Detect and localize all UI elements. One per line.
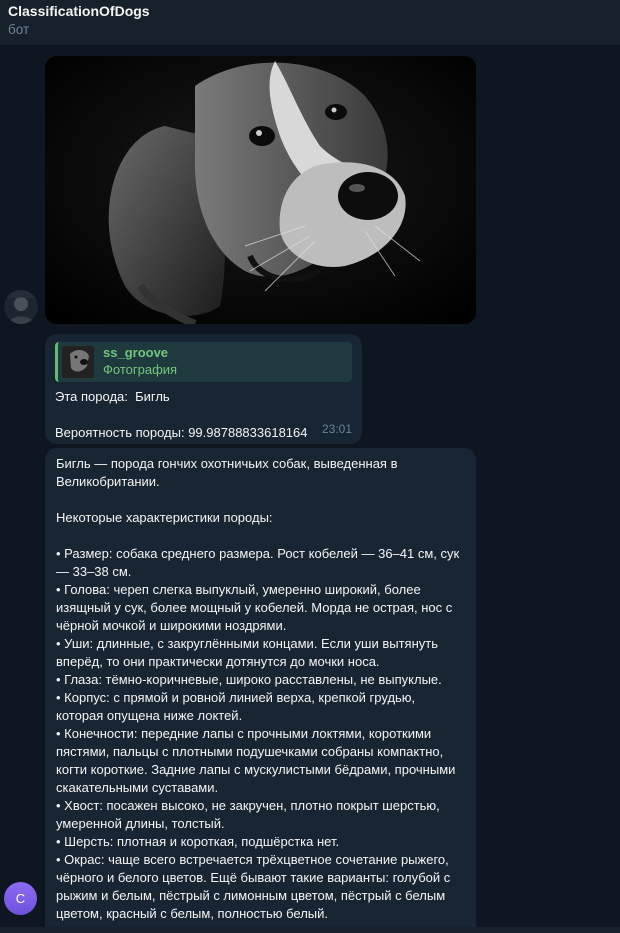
description-intro: Бигль — порода гончих охотничьих собак, … (56, 456, 398, 489)
trait-coat: • Шерсть: плотная и короткая, подшёрстка… (56, 834, 340, 849)
reply-type: Фотография (103, 362, 178, 377)
composer-edge (0, 927, 620, 933)
trait-ears: • Уши: длинные, с закруглёнными концами.… (56, 636, 438, 669)
user-avatar-image (4, 290, 38, 324)
chat-subtitle: бот (8, 22, 30, 37)
trait-size: • Размер: собака среднего размера. Рост … (56, 546, 460, 579)
trait-head: • Голова: череп слегка выпуклый, умеренн… (56, 582, 453, 633)
dog-photo-message[interactable] (45, 56, 476, 324)
breed-line: Эта порода: Бигль (55, 389, 170, 404)
breed-description-message[interactable]: Бигль — порода гончих охотничьих собак, … (45, 448, 476, 927)
message-list[interactable]: ss_groove Фотография Эта порода: Бигль В… (0, 46, 620, 927)
probability-line: Вероятность породы: 99.98788833618164 (55, 425, 308, 440)
bot-avatar-letter: C (15, 891, 26, 906)
reply-quote[interactable]: ss_groove Фотография (55, 342, 352, 382)
trait-limbs: • Конечности: передние лапы с прочными л… (56, 726, 456, 795)
breed-result-message[interactable]: ss_groove Фотография Эта порода: Бигль В… (45, 334, 362, 444)
trait-tail: • Хвост: посажен высоко, не закручен, пл… (56, 798, 440, 831)
trait-body: • Корпус: с прямой и ровной линией верха… (56, 690, 416, 723)
message-time: 23:01 (321, 422, 352, 436)
bot-avatar[interactable]: C (4, 882, 37, 915)
reply-thumbnail (62, 346, 94, 378)
trait-color: • Окрас: чаще всего встречается трёхцвет… (56, 852, 451, 921)
reply-author: ss_groove (103, 345, 169, 360)
chat-title: ClassificationOfDogs (8, 3, 150, 19)
chat-header[interactable]: ClassificationOfDogs бот (0, 0, 620, 46)
description-subheading: Некоторые характеристики породы: (56, 510, 273, 525)
user-avatar[interactable] (4, 290, 38, 324)
trait-eyes: • Глаза: тёмно-коричневые, широко расста… (56, 672, 442, 687)
beagle-photo (45, 56, 476, 324)
